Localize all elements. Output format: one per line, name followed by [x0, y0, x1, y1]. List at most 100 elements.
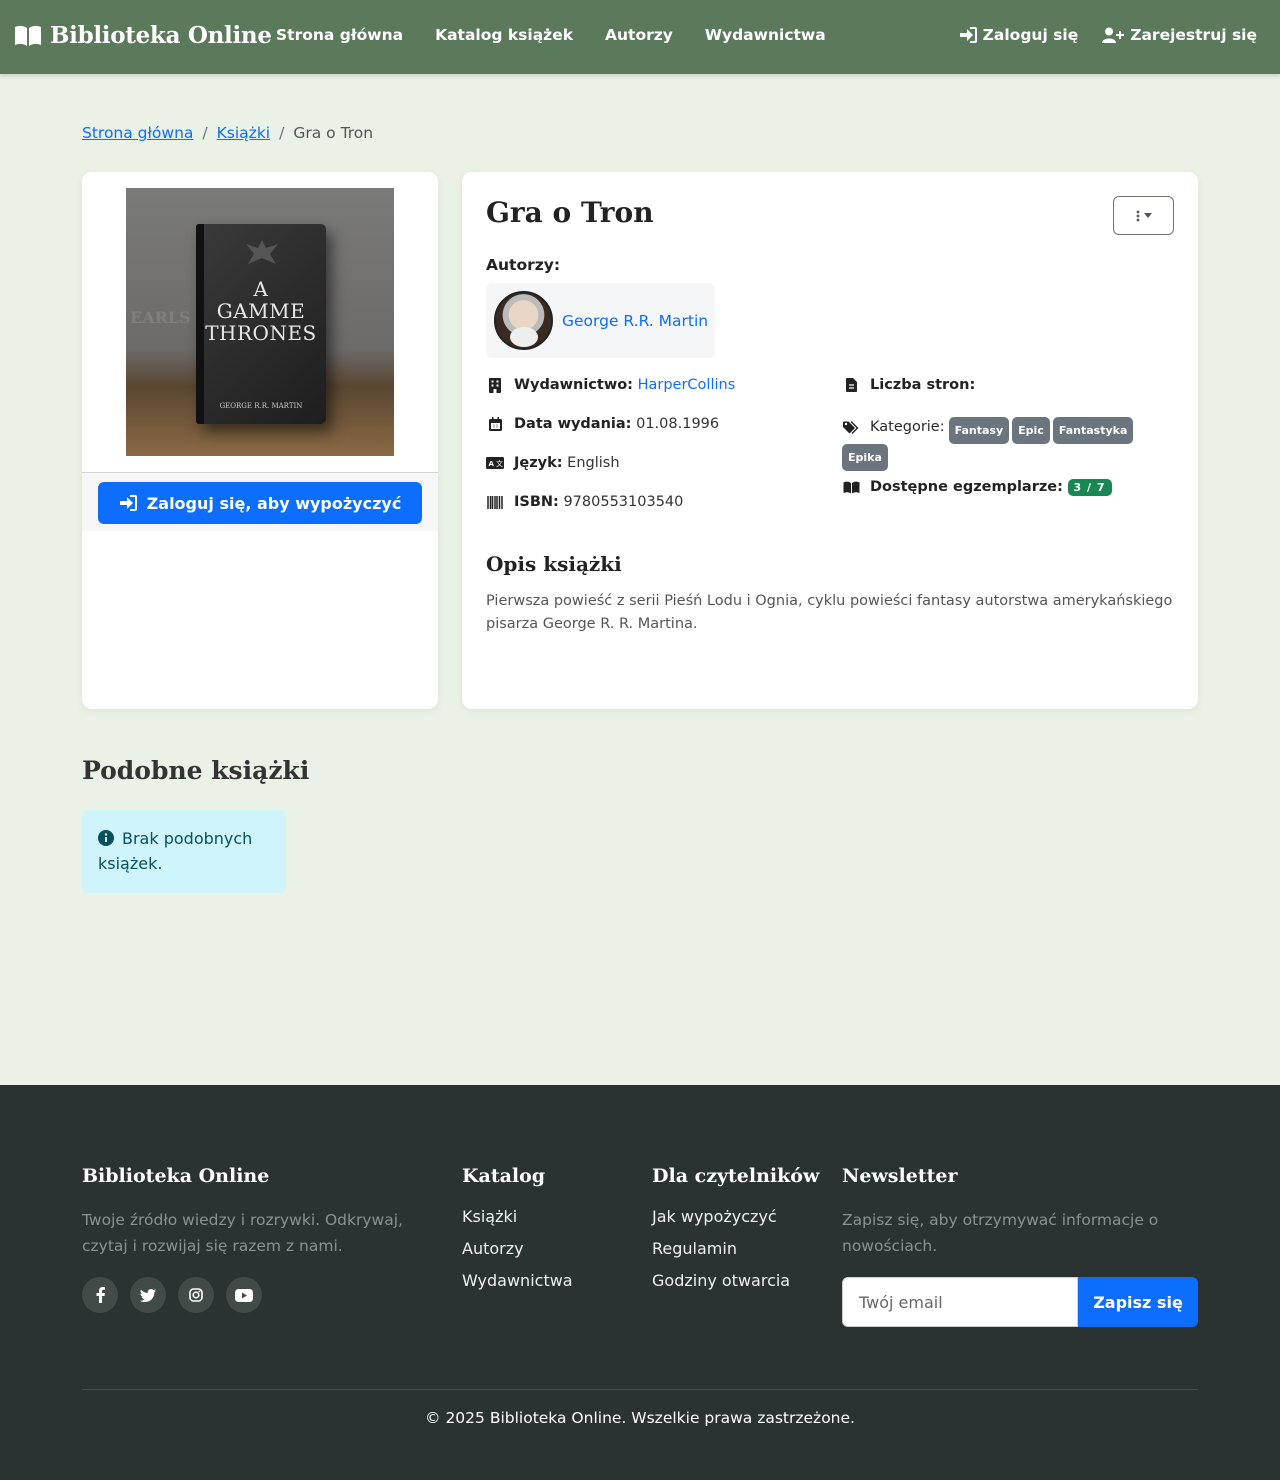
language-row: A文 Język: English [486, 455, 620, 471]
footer-readers: Dla czytelników Jak wypożyczyć Regulamin… [652, 1165, 819, 1303]
twitter-link[interactable] [130, 1277, 166, 1313]
available-copies-badge: 3 / 7 [1067, 479, 1112, 496]
category-badge[interactable]: Epika [842, 444, 888, 471]
footer-link-authors[interactable]: Autorzy [462, 1239, 573, 1258]
sign-in-icon [959, 27, 977, 43]
breadcrumb-separator: / [279, 124, 285, 142]
brand-link[interactable]: Biblioteka Online [14, 22, 272, 49]
nav-home[interactable]: Strona główna [276, 26, 403, 44]
instagram-icon [189, 1288, 203, 1302]
copyright-text: © 2025 Biblioteka Online. Wszelkie prawa… [425, 1409, 855, 1427]
author-link[interactable]: George R.R. Martin [486, 283, 715, 358]
tags-icon [842, 421, 858, 434]
book-open-icon [843, 481, 859, 494]
footer-link-books[interactable]: Książki [462, 1207, 573, 1226]
newsletter-email-input[interactable] [842, 1277, 1078, 1327]
more-vertical-icon [1136, 210, 1139, 221]
register-label: Zarejestruj się [1130, 26, 1257, 44]
footer-newsletter: Newsletter Zapisz się, aby otrzymywać in… [842, 1165, 1198, 1327]
facebook-link[interactable] [82, 1277, 118, 1313]
svg-text:A: A [489, 460, 495, 468]
isbn-label: ISBN: [514, 494, 559, 510]
book-details-card: Gra o Tron Autorzy: George R.R. Martin W… [462, 172, 1198, 709]
similar-books-heading: Podobne książki [82, 756, 310, 785]
file-icon [845, 378, 857, 392]
social-links [82, 1277, 412, 1313]
dragon-sigil-icon [246, 240, 278, 264]
user-plus-icon [1102, 27, 1125, 43]
barcode-icon [487, 495, 503, 509]
no-similar-books-message: Brak podobnych książek. [98, 829, 253, 873]
category-badge[interactable]: Fantasy [948, 417, 1010, 444]
footer-link-opening-hours[interactable]: Godziny otwarcia [652, 1271, 819, 1290]
breadcrumb-books[interactable]: Książki [217, 124, 270, 142]
login-to-borrow-button[interactable]: Zaloguj się, aby wypożyczyć [98, 482, 422, 524]
language-label: Język: [514, 455, 563, 471]
book-open-icon [15, 25, 41, 46]
options-menu-button[interactable] [1113, 196, 1174, 235]
facebook-icon [96, 1287, 105, 1303]
info-circle-icon [98, 830, 114, 846]
nav-authors[interactable]: Autorzy [605, 26, 673, 44]
nav-catalog[interactable]: Katalog książek [435, 26, 573, 44]
release-date-value: 01.08.1996 [636, 416, 720, 432]
calendar-icon [488, 417, 502, 431]
breadcrumb-current: Gra o Tron [293, 124, 374, 142]
release-date-row: Data wydania: 01.08.1996 [486, 416, 719, 432]
publisher-label: Wydawnictwo: [514, 377, 633, 393]
footer-divider [82, 1389, 1198, 1390]
category-badge[interactable]: Epic [1012, 417, 1050, 444]
register-link[interactable]: Zarejestruj się [1102, 26, 1257, 44]
newsletter-form: Zapisz się [842, 1277, 1198, 1327]
breadcrumb-home[interactable]: Strona główna [82, 124, 193, 142]
instagram-link[interactable] [178, 1277, 214, 1313]
book-cover-card: EARLS A GAMME THRONES GEORGE R.R. MARTIN Z… [82, 172, 438, 709]
book-title: Gra o Tron [486, 196, 654, 229]
footer-newsletter-text: Zapisz się, aby otrzymywać informacje o … [842, 1211, 1159, 1255]
author-name: George R.R. Martin [562, 311, 709, 330]
page-count-row: Liczba stron: [842, 377, 975, 393]
twitter-icon [140, 1288, 156, 1302]
available-copies-label: Dostępne egzemplarze: [870, 479, 1063, 495]
subscribe-button[interactable]: Zapisz się [1078, 1277, 1198, 1327]
description-text: Pierwsza powieść z serii Pieśń Lodu i Og… [486, 593, 1173, 632]
footer-readers-heading: Dla czytelników [652, 1165, 820, 1187]
borrow-label: Zaloguj się, aby wypożyczyć [146, 493, 402, 513]
nav-publishers[interactable]: Wydawnictwa [705, 26, 826, 44]
footer-about-heading: Biblioteka Online [82, 1165, 270, 1187]
language-value: English [567, 455, 620, 471]
navbar: Biblioteka Online Strona główna Katalog … [0, 0, 1280, 74]
footer-link-publishers[interactable]: Wydawnictwa [462, 1271, 573, 1290]
isbn-row: ISBN: 9780553103540 [486, 494, 683, 510]
isbn-value: 9780553103540 [563, 494, 684, 510]
sign-in-icon [119, 495, 137, 511]
footer-catalog: Katalog Książki Autorzy Wydawnictwa [462, 1165, 573, 1303]
available-copies-row: Dostępne egzemplarze: 3 / 7 [842, 479, 1115, 496]
footer-catalog-heading: Katalog [462, 1165, 546, 1187]
youtube-link[interactable] [226, 1277, 262, 1313]
footer-link-how-to-borrow[interactable]: Jak wypożyczyć [652, 1207, 819, 1226]
categories-label: Kategorie: [870, 419, 945, 435]
auth-nav: Zaloguj się Zarejestruj się [959, 26, 1257, 44]
svg-text:文: 文 [496, 459, 503, 468]
main-nav: Strona główna Katalog książek Autorzy Wy… [276, 26, 826, 44]
book-cover-image: EARLS A GAMME THRONES GEORGE R.R. MARTIN [126, 188, 394, 456]
no-similar-books-alert: Brak podobnych książek. [82, 810, 286, 893]
brand-name: Biblioteka Online [50, 22, 272, 49]
footer: Biblioteka Online Twoje źródło wiedzy i … [0, 1085, 1280, 1480]
page-count-label: Liczba stron: [870, 377, 976, 393]
author-avatar [494, 291, 553, 350]
category-badge[interactable]: Fantastyka [1052, 417, 1134, 444]
login-link[interactable]: Zaloguj się [959, 26, 1079, 44]
building-icon [489, 377, 501, 393]
footer-link-rules[interactable]: Regulamin [652, 1239, 819, 1258]
breadcrumb-separator: / [202, 124, 208, 142]
categories-row: Kategorie: Fantasy Epic Fantastyka Epika [842, 416, 1172, 471]
footer-about: Biblioteka Online Twoje źródło wiedzy i … [82, 1165, 412, 1313]
publisher-link[interactable]: HarperCollins [638, 377, 736, 393]
caret-down-icon [1143, 213, 1152, 218]
login-label: Zaloguj się [982, 26, 1079, 44]
publisher-row: Wydawnictwo: HarperCollins [486, 377, 735, 393]
breadcrumb: Strona główna / Książki / Gra o Tron [82, 124, 373, 142]
description-heading: Opis książki [486, 552, 622, 576]
